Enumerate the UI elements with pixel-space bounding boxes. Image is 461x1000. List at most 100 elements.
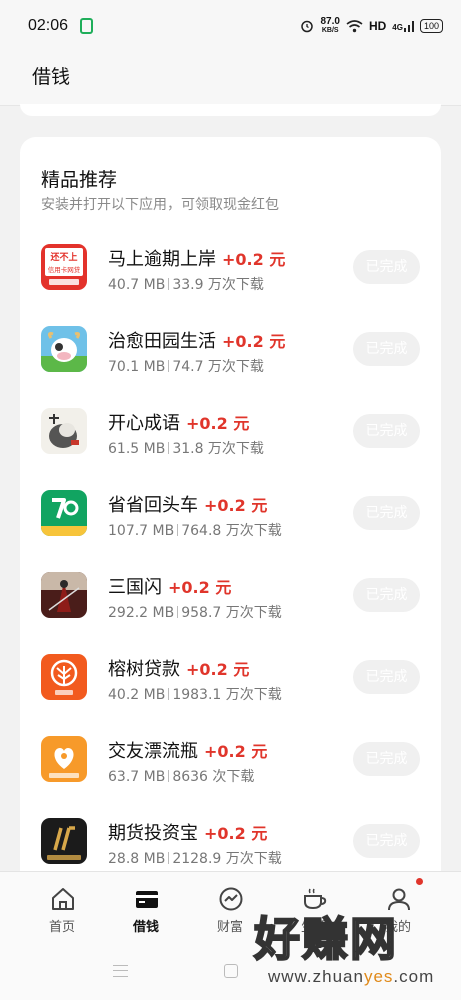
- app-list-item[interactable]: 治愈田园生活 +0.2 元 70.1 MB 74.7 万次下载 已完成: [41, 324, 421, 380]
- svg-text:信用卡网贷: 信用卡网贷: [48, 265, 81, 274]
- app-list-item[interactable]: 三国闪 +0.2 元 292.2 MB 958.7 万次下载 已完成: [41, 570, 421, 626]
- status-time: 02:06: [28, 17, 69, 34]
- completed-button[interactable]: 已完成: [353, 414, 420, 448]
- menu-icon[interactable]: [113, 965, 128, 977]
- app-meta: 40.2 MB 1983.1 万次下载: [108, 684, 282, 704]
- completed-button[interactable]: 已完成: [353, 660, 420, 694]
- signal-label: 4G: [392, 23, 403, 32]
- app-reward: +0.2 元: [186, 414, 250, 433]
- completed-button[interactable]: 已完成: [353, 496, 420, 530]
- app-reward: +0.2 元: [168, 578, 232, 597]
- wifi-icon: [346, 19, 363, 32]
- meta-divider: [177, 606, 179, 618]
- app-title: 交友漂流瓶 +0.2 元: [108, 737, 267, 763]
- app-size: 107.7 MB: [108, 523, 175, 539]
- app-name: 期货投资宝: [108, 823, 198, 844]
- nav-item-borrow[interactable]: 借钱: [106, 872, 186, 942]
- app-name: 榕树贷款: [108, 659, 180, 680]
- app-size: 28.8 MB: [108, 851, 166, 867]
- app-list-item[interactable]: 交友漂流瓶 +0.2 元 63.7 MB 8636 次下载 已完成: [41, 734, 421, 790]
- app-title: 马上逾期上岸 +0.2 元: [108, 245, 285, 271]
- app-size: 61.5 MB: [108, 441, 166, 457]
- app-downloads: 33.9 万次下载: [172, 277, 264, 293]
- nav-label-wealth: 财富: [216, 920, 243, 935]
- app-meta: 61.5 MB 31.8 万次下载: [108, 438, 264, 458]
- app-meta: 292.2 MB 958.7 万次下载: [108, 602, 282, 622]
- app-name: 开心成语: [108, 413, 180, 434]
- person-icon: [388, 888, 410, 911]
- ink-idiom-icon: [41, 408, 87, 454]
- recommendation-card: 精品推荐 安装并打开以下应用，可领取现金红包 还不上 信用卡网贷 马上逾期上岸 +…: [20, 137, 441, 897]
- app-list-item[interactable]: 省省回头车 +0.2 元 107.7 MB 764.8 万次下载 已完成: [41, 488, 421, 544]
- app-downloads: 1983.1 万次下载: [172, 687, 282, 703]
- svg-text:还不上: 还不上: [49, 251, 77, 263]
- app-reward: +0.2 元: [222, 332, 286, 351]
- page-title: 借钱: [32, 66, 71, 88]
- green-truck-icon: [41, 490, 87, 536]
- app-title: 期货投资宝 +0.2 元: [108, 819, 267, 845]
- net-speed-value: 87.0: [320, 16, 340, 27]
- nav-item-home[interactable]: 首页: [22, 872, 102, 942]
- app-downloads: 958.7 万次下载: [181, 605, 282, 621]
- completed-button[interactable]: 已完成: [353, 742, 420, 776]
- completed-button[interactable]: 已完成: [353, 250, 420, 284]
- nav-item-life[interactable]: 生活: [274, 872, 354, 942]
- red-credit-card-icon: 还不上 信用卡网贷: [41, 244, 87, 290]
- app-downloads: 31.8 万次下载: [172, 441, 264, 457]
- nav-label-mine: 我的: [384, 920, 411, 935]
- section-title: 精品推荐: [41, 169, 118, 191]
- completed-button[interactable]: 已完成: [353, 332, 420, 366]
- status-bar: 02:06 87.0 KB/S HD 4G 100: [0, 0, 461, 52]
- app-size: 63.7 MB: [108, 769, 166, 785]
- system-nav-bar: [0, 941, 461, 1000]
- bottom-nav: 首页 借钱 财富 生活 我的: [0, 871, 461, 941]
- page-header: 借钱: [0, 52, 461, 106]
- meta-divider: [177, 524, 179, 536]
- app-meta: 63.7 MB 8636 次下载: [108, 766, 254, 786]
- app-list-item[interactable]: 开心成语 +0.2 元 61.5 MB 31.8 万次下载 已完成: [41, 406, 421, 462]
- section-subtitle: 安装并打开以下应用，可领取现金红包: [41, 197, 279, 213]
- hd-indicator: HD: [368, 19, 387, 33]
- coffee-cup-icon: [304, 888, 327, 910]
- app-name: 交友漂流瓶: [108, 741, 198, 762]
- app-title: 开心成语 +0.2 元: [108, 409, 249, 435]
- app-reward: +0.2 元: [204, 742, 268, 761]
- alarm-icon: [301, 20, 314, 33]
- meta-divider: [168, 770, 170, 782]
- app-meta: 40.7 MB 33.9 万次下载: [108, 274, 264, 294]
- notification-app-icon: [80, 18, 94, 34]
- meta-divider: [168, 442, 170, 454]
- signal-bars-icon: [403, 21, 414, 32]
- meta-divider: [168, 360, 170, 372]
- app-list-item[interactable]: 期货投资宝 +0.2 元 28.8 MB 2128.9 万次下载 已完成: [41, 816, 421, 872]
- app-reward: +0.2 元: [204, 824, 268, 843]
- app-reward: +0.2 元: [222, 250, 286, 269]
- app-downloads: 764.8 万次下载: [181, 523, 282, 539]
- nav-item-wealth[interactable]: 财富: [190, 872, 270, 942]
- app-title: 榕树贷款 +0.2 元: [108, 655, 249, 681]
- completed-button[interactable]: 已完成: [353, 824, 420, 858]
- app-size: 40.7 MB: [108, 277, 166, 293]
- signal-indicator: 4G: [392, 20, 414, 32]
- status-indicators: 87.0 KB/S HD 4G 100: [300, 17, 443, 35]
- app-title: 三国闪 +0.2 元: [108, 573, 231, 599]
- nav-item-mine[interactable]: 我的: [358, 872, 438, 942]
- completed-button[interactable]: 已完成: [353, 578, 420, 612]
- notification-dot: [416, 878, 423, 885]
- orange-tree-icon: [41, 654, 87, 700]
- meta-divider: [168, 852, 170, 864]
- app-downloads: 8636 次下载: [172, 769, 255, 785]
- home-button-icon[interactable]: [224, 964, 238, 978]
- nav-label-home: 首页: [48, 920, 75, 935]
- previous-card-edge: [20, 104, 441, 116]
- cow-farm-icon: [41, 326, 87, 372]
- nav-label-life: 生活: [300, 920, 327, 935]
- app-name: 治愈田园生活: [108, 331, 216, 352]
- app-list-item[interactable]: 还不上 信用卡网贷 马上逾期上岸 +0.2 元 40.7 MB 33.9 万次下载 …: [41, 242, 421, 298]
- app-list-item[interactable]: 榕树贷款 +0.2 元 40.2 MB 1983.1 万次下载 已完成: [41, 652, 421, 708]
- meta-divider: [168, 278, 170, 290]
- meta-divider: [168, 688, 170, 700]
- app-meta: 28.8 MB 2128.9 万次下载: [108, 848, 282, 868]
- home-icon: [52, 888, 74, 910]
- nav-label-borrow: 借钱: [132, 920, 159, 935]
